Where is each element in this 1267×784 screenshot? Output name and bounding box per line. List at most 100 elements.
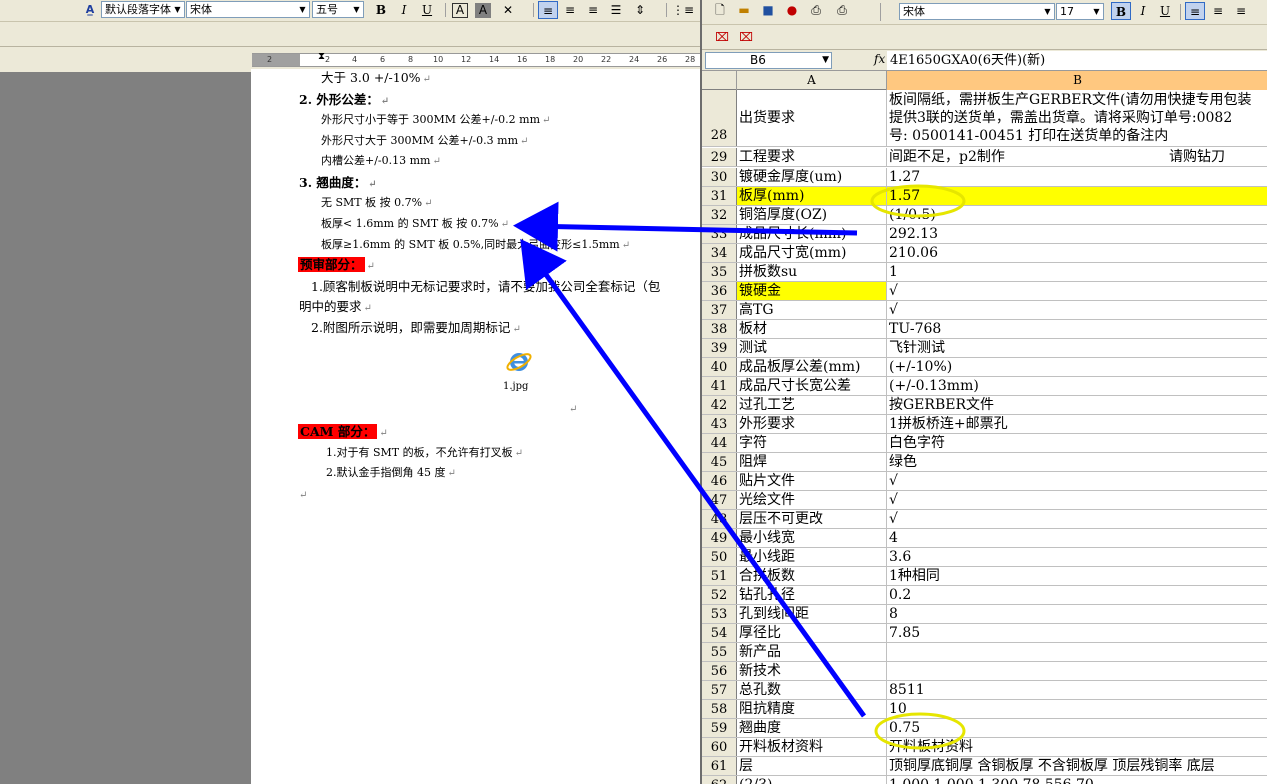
justify-icon[interactable]: ☰ <box>606 1 626 19</box>
cell[interactable]: 8511 <box>887 681 1267 699</box>
row-header[interactable]: 30 <box>702 168 737 186</box>
cell[interactable]: 0.75 <box>887 719 1267 737</box>
row-header[interactable]: 55 <box>702 643 737 661</box>
cell[interactable]: 板厚(mm) <box>737 187 887 205</box>
row-header[interactable]: 38 <box>702 320 737 338</box>
cell[interactable]: 1 <box>887 263 1267 281</box>
cell[interactable]: 成品尺寸宽(mm) <box>737 244 887 262</box>
row-header[interactable]: 37 <box>702 301 737 319</box>
cell[interactable]: 最小线宽 <box>737 529 887 547</box>
cell[interactable]: √ <box>887 472 1267 490</box>
fx-icon[interactable]: fx <box>874 52 885 66</box>
indent-marker-icon[interactable]: ⧗ <box>318 51 325 62</box>
print-preview-icon[interactable]: ⎙ <box>806 1 826 19</box>
cell[interactable]: 4 <box>887 529 1267 547</box>
cell[interactable]: 总孔数 <box>737 681 887 699</box>
cell[interactable]: 210.06 <box>887 244 1267 262</box>
row-header[interactable]: 29 <box>702 148 737 166</box>
cell[interactable]: 测试 <box>737 339 887 357</box>
align-center-icon[interactable]: ≡ <box>1208 2 1228 20</box>
cell[interactable]: 板材 <box>737 320 887 338</box>
cell[interactable]: 孔到线间距 <box>737 605 887 623</box>
cell[interactable]: 铜箔厚度(OZ) <box>737 206 887 224</box>
cell[interactable]: 阻抗精度 <box>737 700 887 718</box>
cell[interactable]: 最小线距 <box>737 548 887 566</box>
align-right-icon[interactable]: ≡ <box>583 1 603 19</box>
row-header[interactable]: 33 <box>702 225 737 243</box>
cell[interactable]: 字符 <box>737 434 887 452</box>
row-header[interactable]: 53 <box>702 605 737 623</box>
attachment-filename[interactable]: 1.jpg <box>503 378 528 396</box>
cell[interactable]: 间距不足，p2制作 请购钻刀 <box>887 148 1267 166</box>
cell[interactable]: 阻焊 <box>737 453 887 471</box>
cell[interactable]: 成品尺寸长宽公差 <box>737 377 887 395</box>
cell[interactable]: 292.13 <box>887 225 1267 243</box>
cell[interactable]: √ <box>887 282 1267 300</box>
cell[interactable]: 1种相同 <box>887 567 1267 585</box>
row-header[interactable]: 28 <box>702 90 737 146</box>
permission-icon[interactable]: ● <box>782 1 802 19</box>
cell[interactable] <box>887 662 1267 680</box>
row-header[interactable]: 60 <box>702 738 737 756</box>
select-all-corner[interactable] <box>702 71 737 90</box>
cell[interactable]: 按GERBER文件 <box>887 396 1267 414</box>
new-icon[interactable]: 🗋 <box>710 1 730 19</box>
cell[interactable] <box>887 643 1267 661</box>
row-header[interactable]: 34 <box>702 244 737 262</box>
row-header[interactable]: 52 <box>702 586 737 604</box>
ie-attachment-icon[interactable] <box>505 349 533 375</box>
cell[interactable]: 镀硬金 <box>737 282 887 300</box>
cell[interactable]: (+/-10%) <box>887 358 1267 376</box>
char-shading-button[interactable]: A <box>475 3 491 18</box>
cell[interactable]: 1.000 1.000 1.300 78.556 70. <box>887 776 1267 784</box>
cell[interactable]: 10 <box>887 700 1267 718</box>
cell[interactable]: 1.57 <box>887 187 1267 205</box>
cell[interactable]: 合拼板数 <box>737 567 887 585</box>
name-box[interactable]: B6 ▼ <box>705 52 832 69</box>
row-header[interactable]: 50 <box>702 548 737 566</box>
row-header[interactable]: 49 <box>702 529 737 547</box>
cell[interactable]: (1/0.5) <box>887 206 1267 224</box>
cell[interactable]: 顶铜厚底铜厚 含铜板厚 不含铜板厚 顶层残铜率 底层 <box>887 757 1267 775</box>
cell[interactable]: 成品尺寸长(mm) <box>737 225 887 243</box>
print-icon[interactable]: ⎙ <box>832 1 852 19</box>
text-effects-icon[interactable]: ✕ <box>498 1 518 19</box>
font-size-dropdown[interactable]: 五号 ▼ <box>312 1 364 18</box>
row-header[interactable]: 42 <box>702 396 737 414</box>
cell[interactable]: 工程要求 <box>737 148 887 166</box>
row-header[interactable]: 62 <box>702 776 737 784</box>
cell[interactable]: 层 <box>737 757 887 775</box>
horizontal-ruler[interactable]: 2 2 4 6 8 10 12 14 16 18 20 22 24 26 28 … <box>252 51 700 67</box>
cell[interactable]: 8 <box>887 605 1267 623</box>
excel-font-size-dropdown[interactable]: 17 ▼ <box>1056 3 1104 20</box>
cell[interactable]: 新产品 <box>737 643 887 661</box>
cell[interactable]: 1.27 <box>887 168 1267 186</box>
row-header[interactable]: 54 <box>702 624 737 642</box>
pdf-icon[interactable]: ⌧ <box>712 28 732 46</box>
row-header[interactable]: 61 <box>702 757 737 775</box>
underline-button[interactable]: U <box>1155 2 1175 20</box>
cell[interactable]: 0.2 <box>887 586 1267 604</box>
cell[interactable]: √ <box>887 491 1267 509</box>
open-icon[interactable]: ▬ <box>734 1 754 19</box>
row-header[interactable]: 57 <box>702 681 737 699</box>
bold-button[interactable]: B <box>371 1 391 19</box>
style-dropdown[interactable]: 默认段落字体 ▼ <box>101 1 185 18</box>
formula-input[interactable]: 4E1650GXA0(6天件)(新) <box>887 51 1267 70</box>
row-header[interactable]: 56 <box>702 662 737 680</box>
row-header[interactable]: 31 <box>702 187 737 205</box>
char-border-button[interactable]: A <box>452 3 468 18</box>
cell[interactable]: (2/3) <box>737 776 887 784</box>
cell[interactable]: 飞针测试 <box>887 339 1267 357</box>
row-header[interactable]: 51 <box>702 567 737 585</box>
bold-button[interactable]: B <box>1111 2 1131 20</box>
excel-font-dropdown[interactable]: 宋体 ▼ <box>899 3 1055 20</box>
cell[interactable]: 拼板数su <box>737 263 887 281</box>
cell[interactable]: 1拼板桥连+邮票孔 <box>887 415 1267 433</box>
font-dropdown[interactable]: 宋体 ▼ <box>186 1 310 18</box>
pdf-options-icon[interactable]: ⌧ <box>736 28 756 46</box>
cell[interactable]: 镀硬金厚度(um) <box>737 168 887 186</box>
document-page[interactable]: 大于 3.0 +/-10% ↵ 2. 外形公差： ↵ 外形尺寸小于等于 300MM … <box>251 69 700 784</box>
align-left-icon[interactable]: ≡ <box>1185 2 1205 20</box>
cell[interactable]: 层压不可更改 <box>737 510 887 528</box>
